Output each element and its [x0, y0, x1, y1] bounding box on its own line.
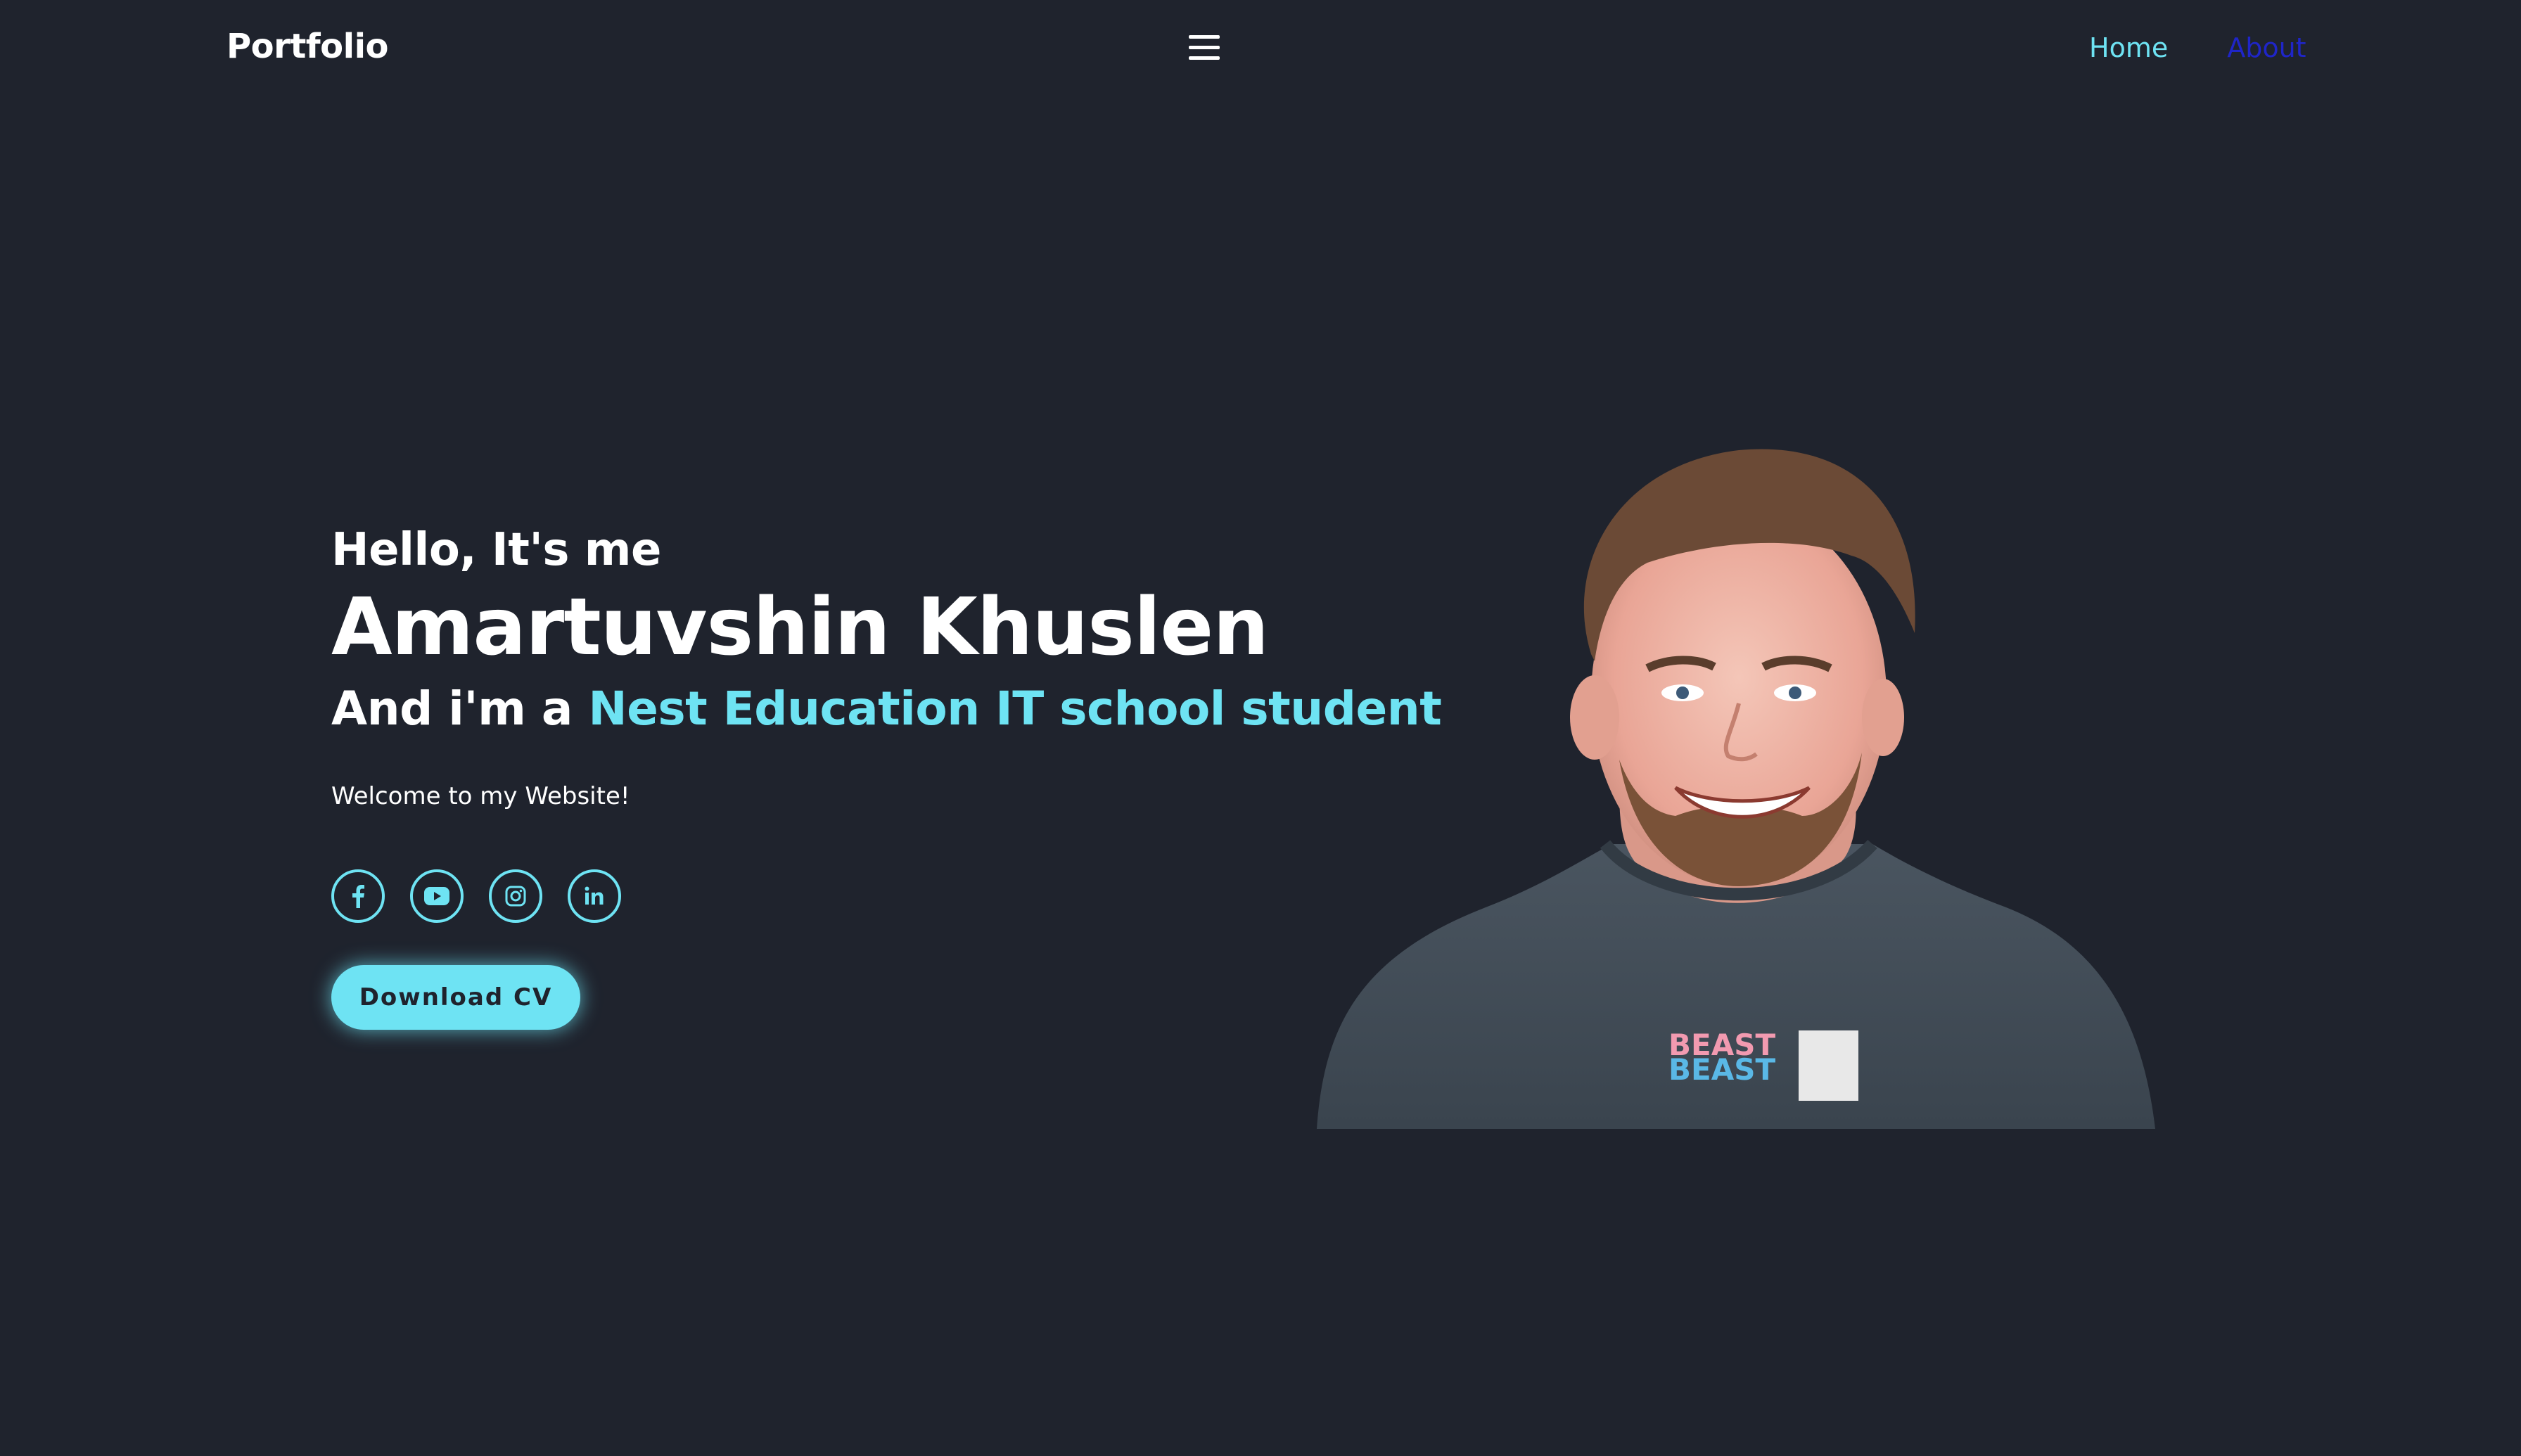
hero-greeting: Hello, It's me — [331, 524, 661, 576]
facebook-icon[interactable] — [331, 869, 385, 923]
page: Portfolio Home About Hello, It's me Amar… — [0, 0, 2521, 1456]
profile-photo: BEAST BEAST — [1317, 422, 2155, 1129]
hero-role: And i'm a Nest Education IT school stude… — [331, 675, 1442, 743]
role-highlight: Nest Education IT school student — [588, 682, 1442, 736]
nav-link-about[interactable]: About — [2227, 31, 2306, 65]
nav-link-home[interactable]: Home — [2089, 31, 2168, 65]
welcome-text: Welcome to my Website! — [331, 782, 630, 810]
hamburger-menu-icon[interactable] — [1189, 35, 1220, 60]
youtube-icon[interactable] — [410, 869, 464, 923]
top-nav: Home About — [2089, 31, 2306, 65]
svg-text:BEAST: BEAST — [1668, 1052, 1775, 1087]
role-prefix: And i'm a — [331, 682, 589, 736]
instagram-icon[interactable] — [489, 869, 542, 923]
hero-name: Amartuvshin Khuslen — [331, 582, 1269, 673]
hero-section: Hello, It's me Amartuvshin Khuslen And i… — [331, 521, 1442, 1030]
download-cv-button[interactable]: Download CV — [331, 965, 580, 1030]
linkedin-icon[interactable] — [568, 869, 621, 923]
social-links — [331, 869, 1351, 923]
logo[interactable]: Portfolio — [226, 25, 389, 68]
